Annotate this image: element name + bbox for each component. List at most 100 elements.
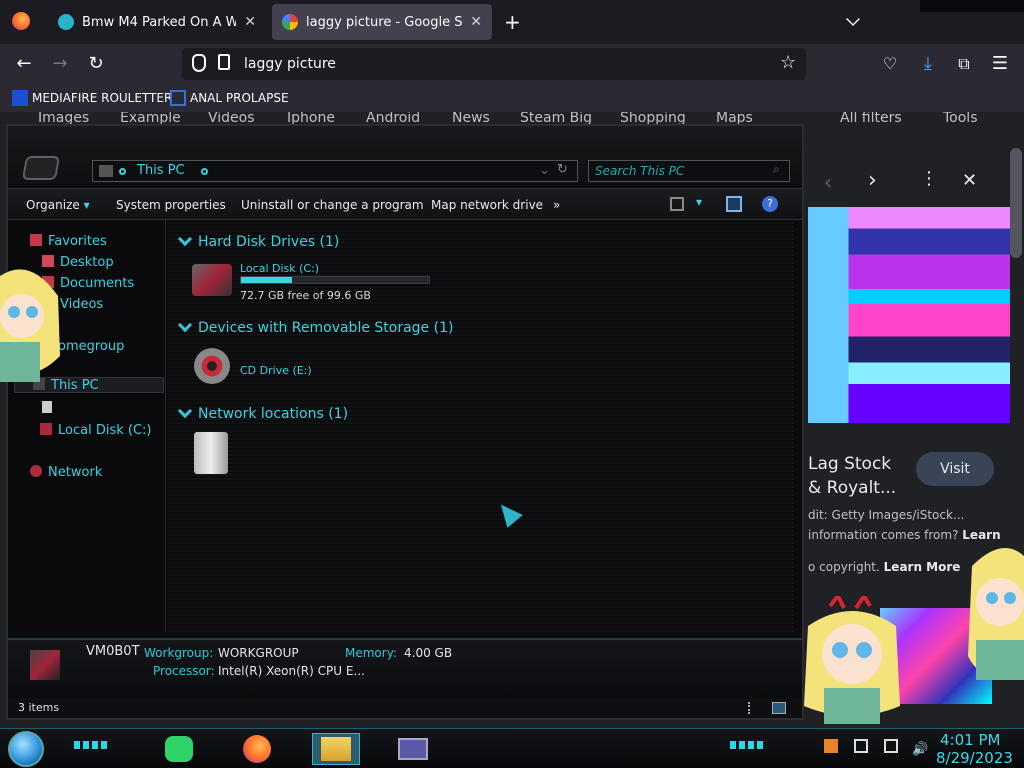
nav-network[interactable]: Network	[30, 465, 102, 480]
disk-free-space: 72.7 GB free of 99.6 GB	[240, 289, 371, 302]
local-disk-name[interactable]: Local Disk (C:)	[240, 262, 319, 275]
address-bar[interactable]: This PC ⌄ ↻	[92, 160, 578, 182]
firefox-menu-icon[interactable]	[12, 12, 30, 30]
refresh-icon[interactable]: ↻	[557, 162, 568, 177]
taskbar: 🔊 4:01 PM 8/29/2023	[0, 728, 1024, 768]
glitch-preview-image[interactable]	[808, 207, 1010, 423]
result-title-1[interactable]: Lag Stock	[808, 454, 891, 474]
system-properties-button[interactable]: System properties	[116, 198, 226, 212]
result-title-2[interactable]: & Royalt...	[808, 478, 896, 498]
address-dropdown-icon[interactable]: ⌄	[539, 163, 550, 178]
chevron-down-icon	[177, 403, 193, 419]
nav-homegroup[interactable]: omegroup	[58, 339, 124, 354]
tab-google-search[interactable]: laggy picture - Google Search ✕	[272, 4, 492, 40]
search-box[interactable]: Search This PC ⌕	[588, 160, 790, 182]
bookmark-star-icon[interactable]: ☆	[780, 52, 796, 73]
pocket-icon[interactable]: ♡	[878, 52, 902, 76]
tray-app-icon[interactable]	[824, 739, 838, 753]
nav-favorites[interactable]: Favorites	[30, 234, 107, 249]
hard-drive-icon[interactable]	[192, 264, 232, 296]
computer-name: VM0B0T	[86, 644, 140, 659]
cd-drive-name[interactable]: CD Drive (E:)	[240, 364, 312, 377]
taskbar-explorer[interactable]	[312, 733, 360, 765]
tab-bmw[interactable]: Bmw M4 Parked On A Wet Road ✕	[48, 4, 266, 40]
forward-arrow-icon[interactable]: →	[48, 52, 72, 76]
network-location-icon[interactable]	[194, 432, 228, 474]
page-info-icon[interactable]	[218, 54, 230, 70]
all-filters-button[interactable]: All filters	[840, 112, 902, 126]
uninstall-program-button[interactable]: Uninstall or change a program	[241, 198, 424, 212]
action-center-icon[interactable]	[854, 739, 869, 753]
view-options-icon[interactable]	[670, 197, 684, 211]
favorites-icon	[30, 234, 42, 246]
disk-usage-bar	[240, 276, 430, 284]
close-tab-icon[interactable]: ✕	[244, 14, 256, 30]
bookmarks-toolbar: MEDIAFIRE ROULETTER ANAL PROLAPSE	[0, 84, 1024, 112]
clock-time[interactable]: 4:01 PM	[940, 731, 1000, 749]
cartoon-character-sticker	[968, 548, 1024, 680]
list-all-tabs-icon[interactable]	[846, 12, 860, 26]
group-network-locations[interactable]: Network locations (1)	[177, 403, 348, 422]
breadcrumb-dot-icon	[201, 168, 208, 175]
disk-usage-fill	[241, 277, 292, 283]
close-tab-icon[interactable]: ✕	[470, 14, 482, 30]
explorer-back-orb-icon[interactable]	[21, 156, 61, 180]
bookmark-label: ANAL PROLAPSE	[190, 91, 289, 105]
usb-icon	[42, 401, 52, 413]
nav-local-disk[interactable]: Local Disk (C:)	[40, 423, 151, 438]
next-arrow-icon[interactable]: ›	[868, 168, 877, 193]
url-bar[interactable]: laggy picture ☆	[182, 48, 806, 80]
more-commands-button[interactable]: »	[553, 198, 560, 212]
cd-drive-icon[interactable]	[194, 348, 230, 384]
taskbar-firefox[interactable]	[240, 733, 274, 765]
preview-pane-icon[interactable]	[726, 196, 742, 212]
clock-date[interactable]: 8/29/2023	[936, 749, 1013, 767]
page-scrollbar[interactable]	[1010, 148, 1022, 258]
address-text[interactable]: This PC	[137, 163, 185, 178]
help-icon[interactable]: ?	[762, 196, 778, 212]
menu-hamburger-icon[interactable]: ☰	[988, 52, 1012, 76]
downloads-icon[interactable]: ⤓	[916, 52, 940, 76]
back-arrow-icon[interactable]: ←	[12, 52, 36, 76]
new-tab-button[interactable]: +	[504, 10, 521, 34]
web-favicon-icon	[58, 14, 74, 30]
folder-icon	[321, 737, 351, 761]
network-tray-icon[interactable]	[884, 739, 899, 753]
workgroup-value: WORKGROUP	[218, 646, 299, 660]
taskbar-decoration	[74, 741, 110, 749]
bookmark-mediafire[interactable]: MEDIAFIRE ROULETTER	[12, 90, 172, 106]
group-removable-storage[interactable]: Devices with Removable Storage (1)	[177, 317, 453, 336]
prev-arrow-icon[interactable]: ‹	[824, 170, 832, 194]
close-panel-icon[interactable]: ✕	[962, 170, 977, 191]
reload-icon[interactable]: ↻	[84, 52, 108, 76]
extensions-icon[interactable]: ⧉	[952, 52, 976, 76]
copyright-text: o copyright. Learn More	[808, 560, 961, 574]
visit-button[interactable]: Visit	[916, 452, 994, 486]
tiles-view-icon[interactable]	[772, 702, 786, 714]
processor-value: Intel(R) Xeon(R) CPU E...	[218, 664, 365, 678]
start-orb-icon[interactable]	[8, 731, 44, 767]
taskbar-control-panel[interactable]	[396, 733, 430, 765]
url-text[interactable]: laggy picture	[244, 56, 336, 72]
group-hard-disk-drives[interactable]: Hard Disk Drives (1)	[177, 231, 339, 250]
taskbar-notes-app[interactable]	[162, 733, 196, 765]
tools-button[interactable]: Tools	[943, 112, 978, 126]
notes-app-icon	[165, 736, 193, 762]
item-count: 3 items	[18, 701, 60, 714]
bookmark-second[interactable]: ANAL PROLAPSE	[170, 90, 289, 106]
view-dropdown-icon[interactable]: ▾	[696, 195, 702, 209]
nav-videos[interactable]: Videos	[60, 297, 103, 312]
more-options-icon[interactable]: ⋮	[920, 168, 938, 189]
cartoon-character-sticker	[0, 269, 60, 382]
details-view-icon[interactable]	[748, 702, 752, 714]
chevron-down-icon	[177, 317, 193, 333]
volume-icon[interactable]: 🔊	[912, 742, 928, 757]
search-icon[interactable]: ⌕	[773, 162, 780, 177]
workgroup-label: Workgroup:	[144, 646, 214, 660]
organize-button[interactable]: Organize ▾	[26, 198, 90, 212]
search-placeholder: Search This PC	[595, 164, 685, 178]
firefox-icon	[243, 735, 271, 763]
cartoon-character-sticker	[804, 596, 900, 724]
map-network-drive-button[interactable]: Map network drive	[431, 198, 543, 212]
shield-icon[interactable]	[192, 54, 206, 72]
